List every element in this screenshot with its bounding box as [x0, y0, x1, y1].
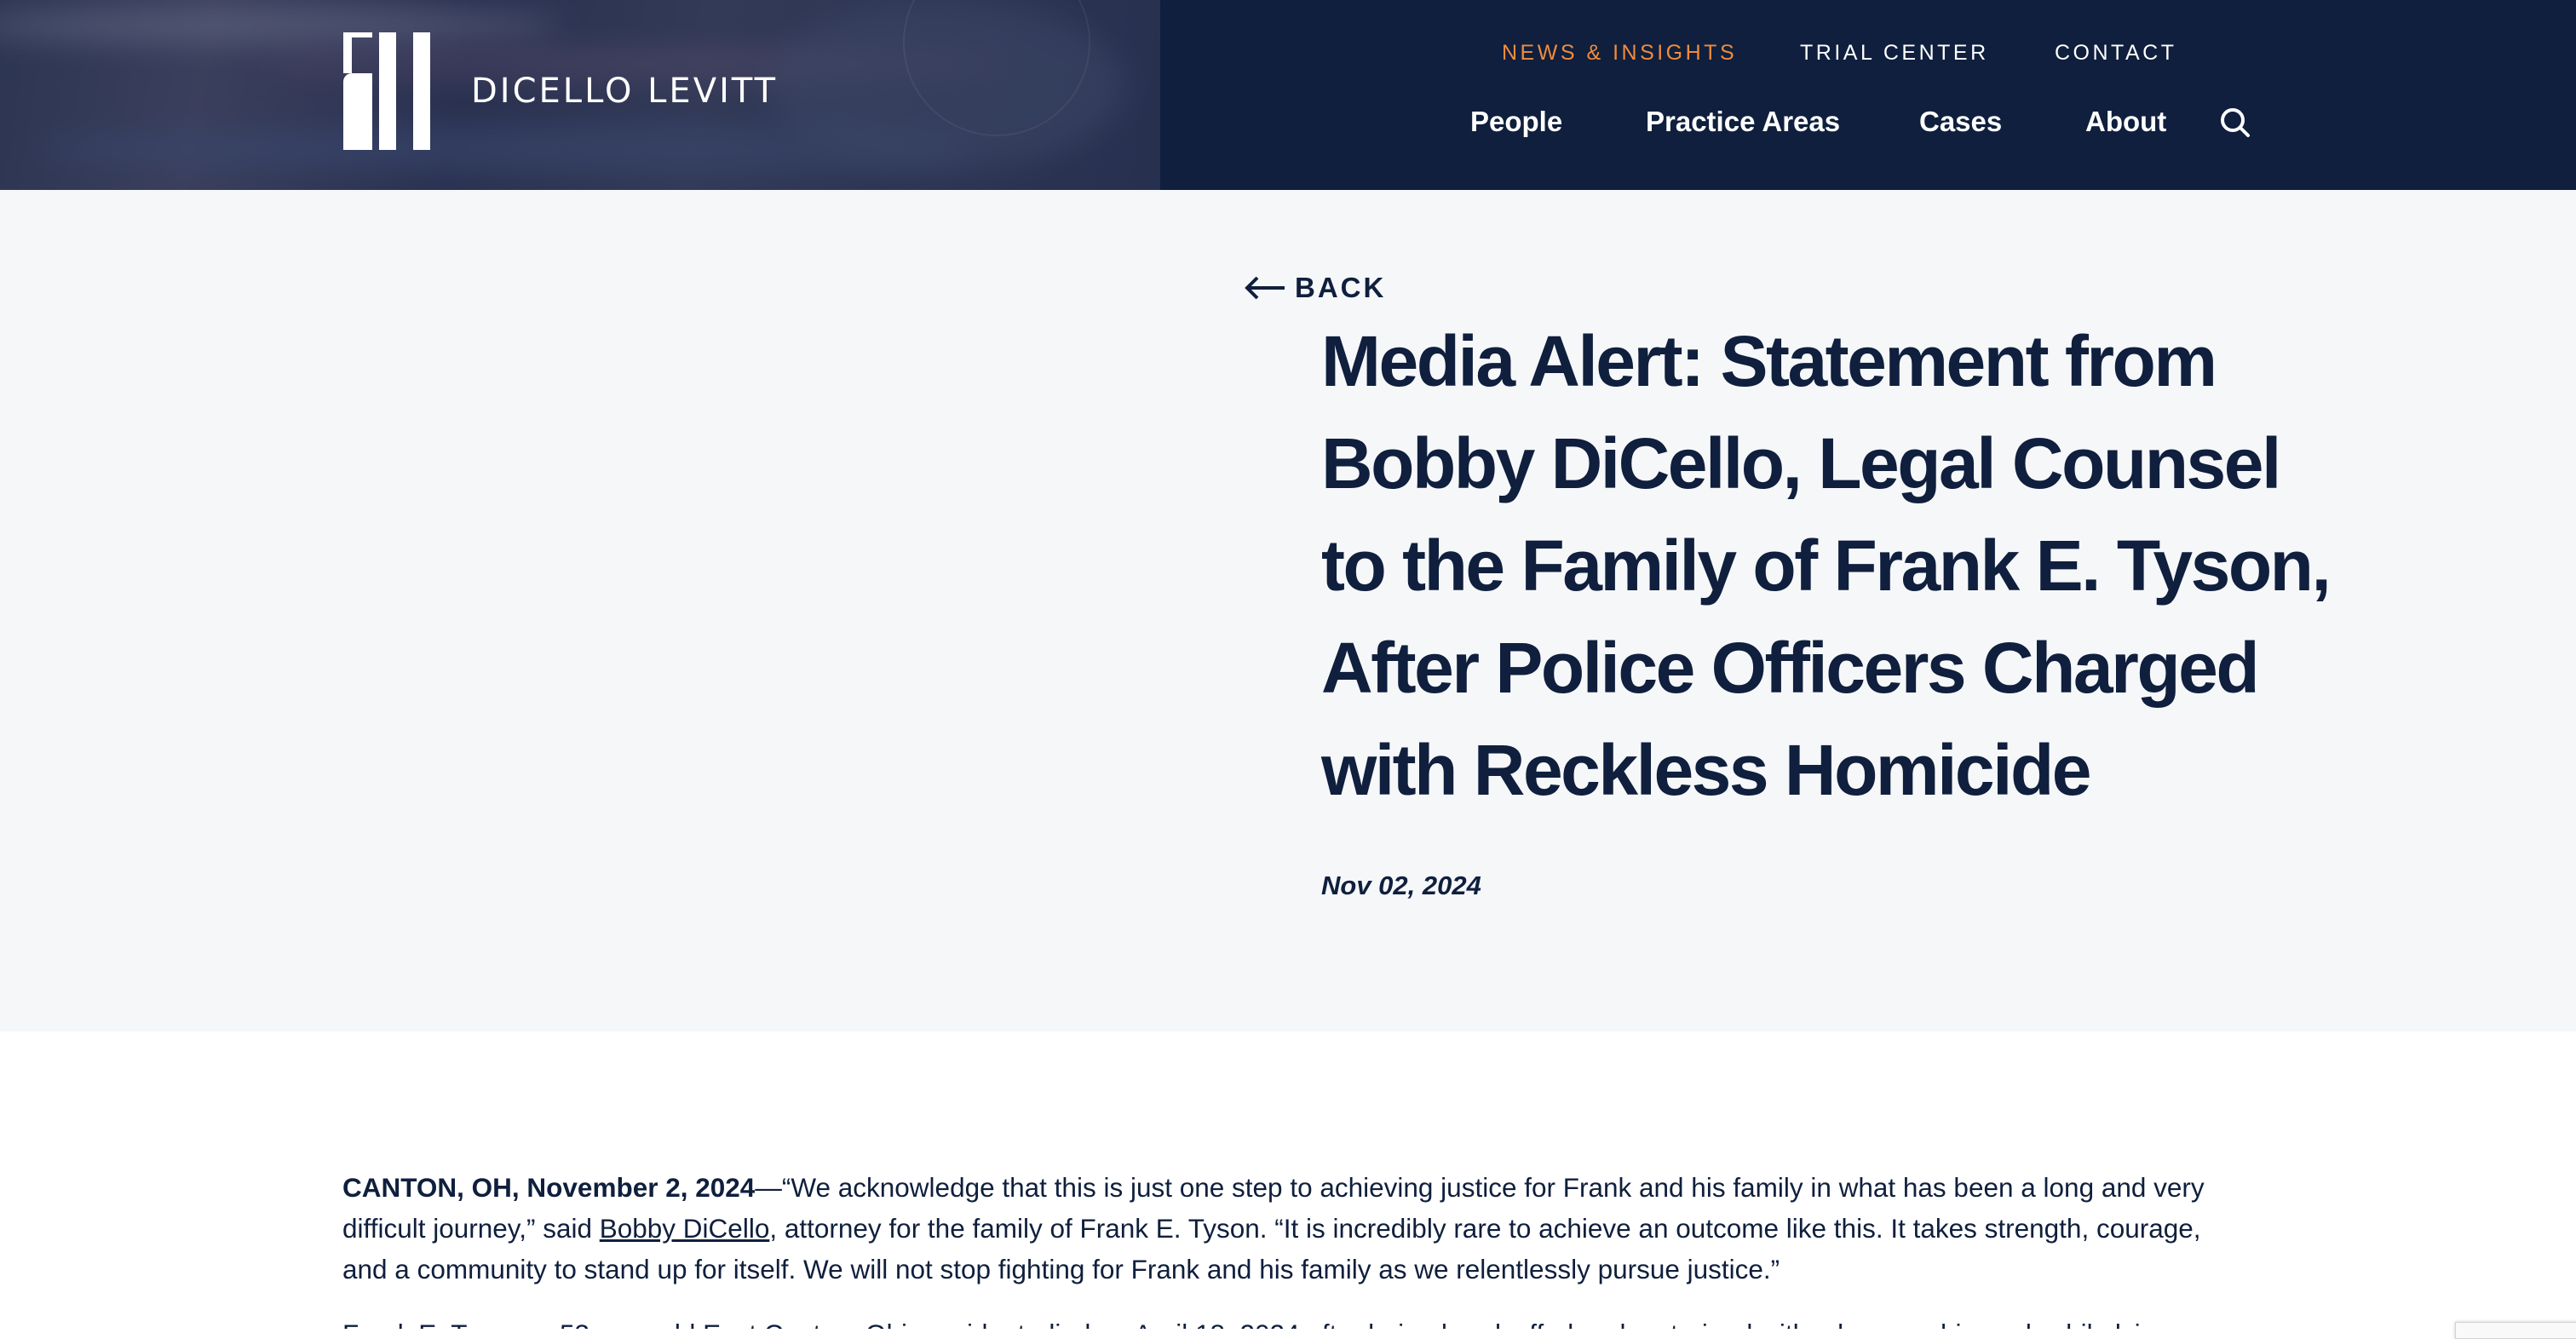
logo-link[interactable] [343, 32, 430, 150]
attorney-link[interactable]: Bobby DiCello [600, 1213, 770, 1244]
logo-mark-icon [343, 32, 430, 150]
dateline: CANTON, OH, November 2, 2024 [342, 1172, 756, 1203]
article-paragraph-2: Frank E. Tyson, a 53-year-old East Canto… [342, 1313, 2251, 1329]
nav-practice-areas[interactable]: Practice Areas [1646, 106, 1840, 138]
nav-news-insights[interactable]: NEWS & INSIGHTS [1502, 41, 1737, 66]
back-label: BACK [1295, 272, 1387, 303]
nav-contact[interactable]: CONTACT [2055, 41, 2176, 66]
nav-trial-center[interactable]: TRIAL CENTER [1800, 41, 1989, 66]
nav-people[interactable]: People [1470, 106, 1562, 138]
article-date: Nov 02, 2024 [1321, 871, 1481, 900]
recaptcha-badge[interactable] [2455, 1322, 2576, 1339]
nav-about[interactable]: About [2085, 106, 2166, 138]
article-paragraph: CANTON, OH, November 2, 2024—“We acknowl… [342, 1167, 2251, 1290]
search-button[interactable] [2218, 106, 2252, 140]
brand-name: DICELLO LEVITT [471, 72, 779, 111]
arrow-left-icon [1245, 276, 1285, 300]
nav-cases[interactable]: Cases [1919, 106, 2002, 138]
article-title: Media Alert: Statement from Bobby DiCell… [1321, 321, 2332, 810]
site-header: DICELLO LEVITT NEWS & INSIGHTS TRIAL CEN… [0, 0, 2576, 190]
back-link[interactable]: BACK [1244, 272, 1386, 304]
search-icon [2221, 108, 2250, 137]
